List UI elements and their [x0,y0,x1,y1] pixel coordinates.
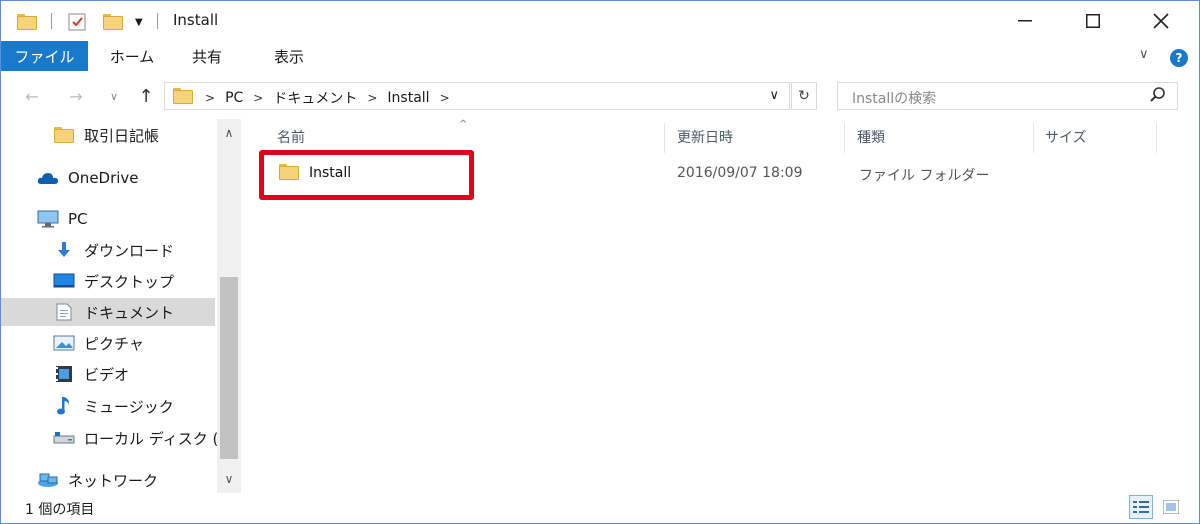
sidebar-item-label: PC [68,210,88,228]
sidebar-item-label: ミュージック [84,397,174,416]
file-modified: 2016/09/07 18:09 [677,165,803,181]
title-bar: ▼ Install [1,1,1199,41]
properties-icon[interactable] [67,11,87,33]
sidebar-item-label: ネットワーク [68,471,159,490]
scroll-up-icon[interactable]: ∧ [217,119,241,147]
window-title: Install [173,11,219,29]
drive-icon [53,429,75,447]
breadcrumb-separator[interactable]: > [253,91,263,105]
highlight-annotation [259,150,474,200]
search-box[interactable]: Installの検索 [837,82,1178,110]
folder-icon [53,126,75,144]
help-button[interactable]: ? [1170,49,1188,67]
expand-ribbon-icon[interactable]: ∨ [1139,47,1149,62]
sidebar-item-label: ビデオ [84,365,130,384]
documents-icon [53,303,75,321]
breadcrumb-separator[interactable]: > [367,91,377,105]
navigation-pane-scrollbar[interactable]: ∧ ∨ [217,119,241,493]
breadcrumb-install[interactable]: Install [387,90,429,106]
maximize-button[interactable] [1059,1,1127,41]
search-icon[interactable] [1149,86,1167,108]
breadcrumb-separator[interactable]: > [440,91,450,105]
sidebar-item-pictures[interactable]: ピクチャ [53,329,144,357]
tab-view[interactable]: 表示 [259,41,319,71]
close-button[interactable] [1127,1,1195,41]
address-dropdown-icon[interactable]: ∨ [769,88,779,103]
navigation-pane: 取引日記帳 OneDrive PC ダウンロード デスクトップ ドキュメント ピ… [1,119,243,493]
tab-share[interactable]: 共有 [177,41,237,71]
forward-button[interactable]: → [65,85,87,107]
sidebar-item-desktop[interactable]: デスクトップ [53,267,174,295]
sort-ascending-icon: ^ [459,119,468,130]
folder-icon[interactable] [17,11,37,33]
scroll-thumb[interactable] [220,277,238,459]
up-button[interactable]: ↑ [135,85,157,107]
toolbar-separator [51,13,52,29]
sidebar-item-downloads[interactable]: ダウンロード [53,236,174,264]
tab-file[interactable]: ファイル [1,41,88,71]
desktop-icon [53,272,75,290]
pictures-icon [53,334,75,352]
toolbar-separator [157,13,158,29]
ribbon: ファイル ホーム 共有 表示 ∨ [1,41,1199,73]
sidebar-item-network[interactable]: ネットワーク [37,466,158,493]
sidebar-item-onedrive[interactable]: OneDrive [37,164,139,192]
sidebar-item-label: OneDrive [68,169,139,187]
refresh-button[interactable]: ↻ [791,82,817,110]
breadcrumb: > PC > ドキュメント > Install > [205,88,460,108]
file-list: ^ 名前 更新日時 種類 サイズ Install 2016/09/07 18:0… [249,119,1169,493]
sidebar-item-label: 取引日記帳 [84,126,160,145]
column-divider[interactable] [664,123,665,153]
sidebar-item-label: デスクトップ [84,272,175,291]
breadcrumb-documents[interactable]: ドキュメント [273,88,357,108]
sidebar-item-local-disk[interactable]: ローカル ディスク (C [53,424,229,452]
recent-locations-button[interactable]: ∨ [103,85,125,107]
column-header-type[interactable]: 種類 [857,127,885,147]
breadcrumb-separator: > [205,91,216,105]
cloud-icon [37,169,59,187]
computer-icon [37,210,59,228]
new-folder-icon[interactable] [103,11,123,33]
column-divider[interactable] [1156,123,1157,153]
status-bar: 1 個の項目 [1,493,1199,523]
back-button[interactable]: ← [21,85,43,107]
video-icon [53,365,75,383]
details-view-button[interactable] [1129,495,1153,519]
large-icons-view-button[interactable] [1159,495,1183,519]
scroll-down-icon[interactable]: ∨ [217,465,241,493]
download-icon [53,241,75,259]
sidebar-item-label: ダウンロード [84,241,175,260]
column-header-name[interactable]: 名前 [277,127,305,147]
sidebar-item-pc[interactable]: PC [37,205,88,233]
breadcrumb-pc[interactable]: PC [225,90,243,106]
network-icon [37,471,59,489]
search-input[interactable]: Installの検索 [852,88,936,108]
sidebar-item-videos[interactable]: ビデオ [53,360,129,388]
sidebar-item-documents[interactable]: ドキュメント [1,298,215,326]
column-header-modified[interactable]: 更新日時 [677,127,733,147]
sidebar-item-music[interactable]: ミュージック [53,392,174,420]
sidebar-item-label: ドキュメント [84,303,175,322]
tab-home[interactable]: ホーム [97,41,167,71]
column-divider[interactable] [1033,123,1034,153]
explorer-window: ▼ Install ファイル ホーム 共有 表示 ∨ ? ← → ∨ ↑ > P… [0,0,1200,524]
column-header-size[interactable]: サイズ [1045,127,1087,147]
address-bar[interactable]: > PC > ドキュメント > Install > ∨ [164,82,790,110]
file-type: ファイル フォルダー [859,168,990,184]
customize-toolbar-icon[interactable]: ▼ [135,11,143,33]
sidebar-item-quick-access-folder[interactable]: 取引日記帳 [53,121,159,149]
navigation-bar: ← → ∨ ↑ > PC > ドキュメント > Install > ∨ ↻ In… [1,79,1199,115]
sidebar-item-label: ピクチャ [84,334,144,353]
column-divider[interactable] [844,123,845,153]
minimize-button[interactable] [991,1,1059,41]
item-count: 1 個の項目 [25,502,95,518]
music-icon [53,397,75,415]
sidebar-item-label: ローカル ディスク (C [84,429,229,448]
